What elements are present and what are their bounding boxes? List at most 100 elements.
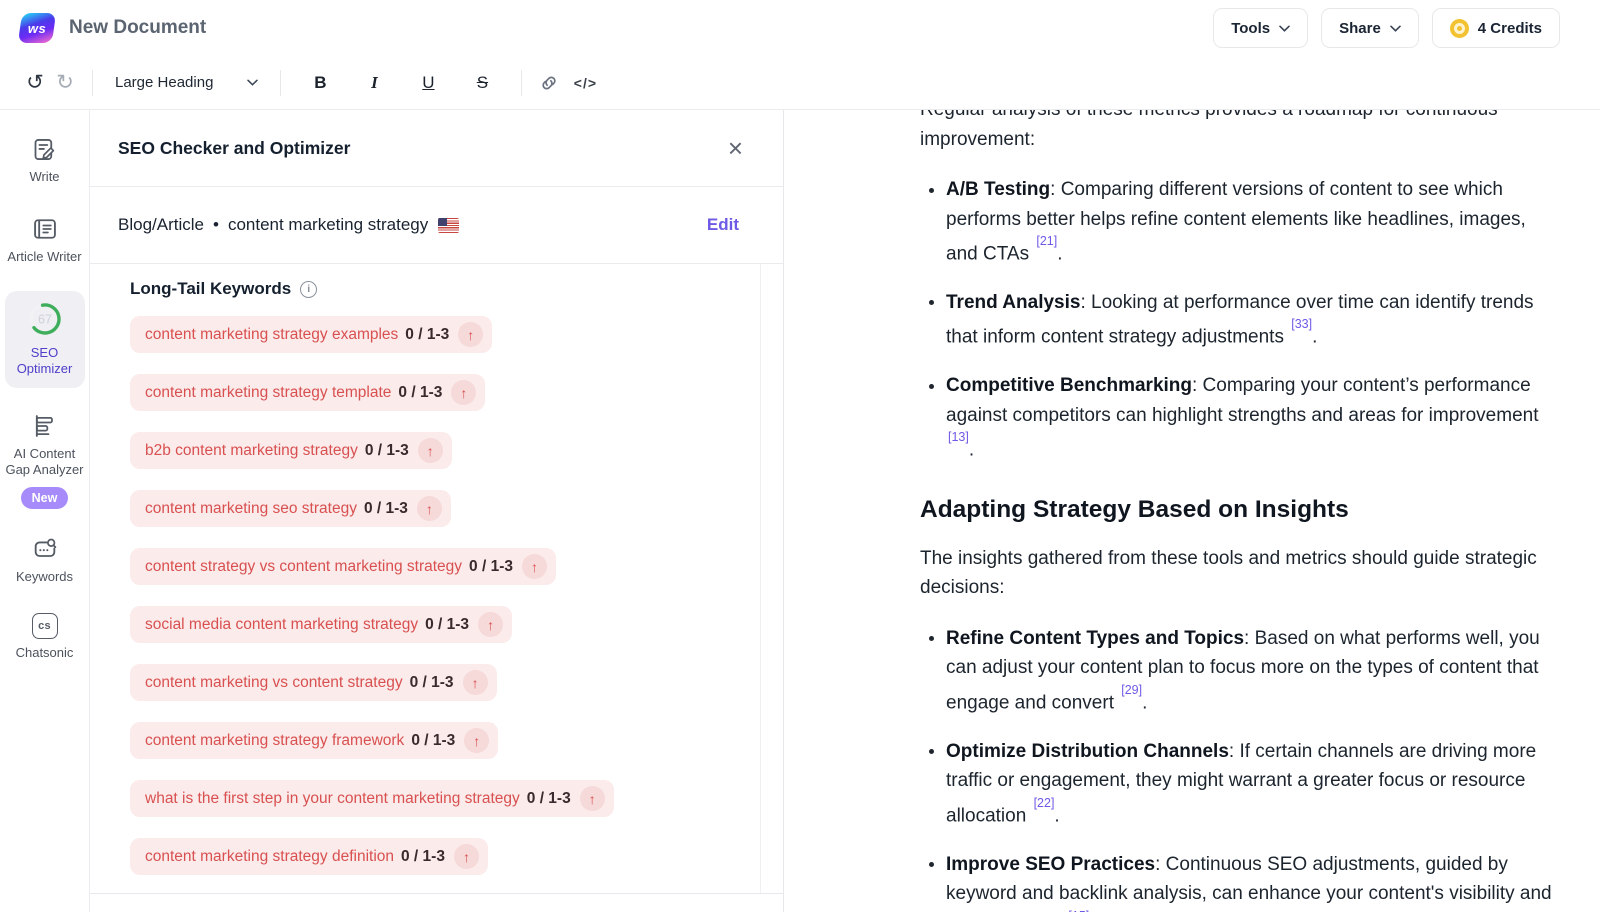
seo-target-summary: Blog/Article • content marketing strateg… [118,215,459,235]
brand: ws New Document [20,13,206,43]
chatsonic-icon: cs [32,613,58,639]
us-flag-icon [438,218,459,233]
panel-subheader: Blog/Article • content marketing strateg… [90,187,783,264]
keyword-text: content marketing vs content strategy [145,674,403,692]
scroll-track[interactable] [760,264,761,893]
bullet-term: Improve SEO Practices [946,854,1155,875]
sidebar-item-label: AI Content Gap Analyzer [5,446,85,478]
keyword-pill[interactable]: b2b content marketing strategy 0 / 1-3 ↑ [130,432,452,469]
credits-label: 4 Credits [1478,20,1542,37]
section-heading: Adapting Strategy Based on Insights [920,494,1562,526]
credits-button[interactable]: 4 Credits [1432,8,1560,48]
toolbar-divider [280,70,281,96]
document-editor[interactable]: Regular analysis of these metrics provid… [784,110,1600,912]
keyword-text: social media content marketing strategy [145,616,418,634]
list-item: Improve SEO Practices: Continuous SEO ad… [920,850,1562,912]
citation-link[interactable]: [29] [1121,683,1142,697]
keyword-pill[interactable]: what is the first step in your content m… [130,780,614,817]
share-button[interactable]: Share [1321,8,1419,48]
close-icon[interactable]: × [728,135,743,161]
keyword-pill[interactable]: content strategy vs content marketing st… [130,548,556,585]
target-keyword-label: content marketing strategy [228,215,428,235]
keyword-pill[interactable]: content marketing strategy examples 0 / … [130,316,492,353]
bullet-term: Trend Analysis [946,292,1080,313]
app-root: ws New Document Tools Share 4 Credits ↺ … [0,0,1600,912]
writesonic-logo-icon[interactable]: ws [18,13,56,43]
insert-keyword-arrow-icon[interactable]: ↑ [417,496,442,521]
bullet-term: Optimize Distribution Channels [946,741,1229,762]
chevron-down-icon [1390,25,1401,32]
keyword-count: 0 / 1-3 [398,384,442,402]
panel-footer [90,893,783,912]
list-item: A/B Testing: Comparing different version… [920,175,1562,269]
keyword-pill[interactable]: content marketing seo strategy 0 / 1-3 ↑ [130,490,451,527]
bullet-suffix: . [969,439,974,460]
undo-button[interactable]: ↺ [20,68,50,98]
topbar-actions: Tools Share 4 Credits [1213,8,1560,48]
keyword-pill[interactable]: social media content marketing strategy … [130,606,512,643]
underline-button[interactable]: U [411,68,445,98]
gap-analyzer-icon [31,412,59,440]
citation-link[interactable]: [21] [1036,234,1057,248]
section-header: Long-Tail Keywords i [130,279,783,299]
insert-keyword-arrow-icon[interactable]: ↑ [454,844,479,869]
toolbar-divider [521,70,522,96]
sidebar-item-seo-optimizer[interactable]: 67 SEO Optimizer [5,291,85,388]
citation-link[interactable]: [13] [948,430,969,444]
strikethrough-button[interactable]: S [465,68,499,98]
seo-score-ring-icon: 67 [25,299,65,339]
keyword-count: 0 / 1-3 [411,732,455,750]
citation-link[interactable]: [33] [1291,317,1312,331]
link-button[interactable] [534,68,564,98]
logo-text: ws [28,21,46,36]
citation-link[interactable]: [22] [1034,796,1055,810]
panel-title: SEO Checker and Optimizer [118,138,350,159]
text-style-dropdown[interactable]: Large Heading [105,66,268,100]
bold-button[interactable]: B [303,68,337,98]
document-title[interactable]: New Document [69,17,206,39]
citation-link[interactable]: [15] [1068,909,1089,912]
left-sidebar: Write Article Writer 67 SEO Optimizer AI… [0,110,90,912]
bullet-suffix: . [1054,805,1059,826]
keyword-text: content marketing seo strategy [145,500,357,518]
sidebar-item-chatsonic[interactable]: cs Chatsonic [5,613,85,661]
insert-keyword-arrow-icon[interactable]: ↑ [458,322,483,347]
list-item: Optimize Distribution Channels: If certa… [920,737,1562,831]
keyword-pill[interactable]: content marketing vs content strategy 0 … [130,664,497,701]
chevron-down-icon [247,79,258,86]
insert-keyword-arrow-icon[interactable]: ↑ [463,670,488,695]
insert-keyword-arrow-icon[interactable]: ↑ [464,728,489,753]
bullet-list: A/B Testing: Comparing different version… [920,175,1562,465]
keyword-pill[interactable]: content marketing strategy definition 0 … [130,838,488,875]
bullet-suffix: . [1142,692,1147,713]
chevron-down-icon [1279,25,1290,32]
sidebar-item-label: Article Writer [7,249,81,265]
insert-keyword-arrow-icon[interactable]: ↑ [418,438,443,463]
edit-button[interactable]: Edit [707,215,739,235]
italic-button[interactable]: I [357,68,391,98]
section-title: Long-Tail Keywords [130,279,291,299]
keyword-pill[interactable]: content marketing strategy template 0 / … [130,374,485,411]
sidebar-item-article-writer[interactable]: Article Writer [5,215,85,265]
info-icon[interactable]: i [300,281,317,298]
insert-keyword-arrow-icon[interactable]: ↑ [451,380,476,405]
article-writer-icon [31,215,59,243]
toolbar-divider [92,70,93,96]
top-bar: ws New Document Tools Share 4 Credits [0,0,1600,56]
insert-keyword-arrow-icon[interactable]: ↑ [478,612,503,637]
list-item: Refine Content Types and Topics: Based o… [920,624,1562,718]
sidebar-item-ai-content-gap-analyzer[interactable]: AI Content Gap Analyzer New [5,412,85,509]
sidebar-item-label: Chatsonic [16,645,74,661]
sidebar-item-write[interactable]: Write [5,136,85,185]
insert-keyword-arrow-icon[interactable]: ↑ [522,554,547,579]
list-item: Competitive Benchmarking: Comparing your… [920,371,1562,465]
tools-button[interactable]: Tools [1213,8,1308,48]
keyword-count: 0 / 1-3 [527,790,571,808]
keyword-count: 0 / 1-3 [365,442,409,460]
insert-keyword-arrow-icon[interactable]: ↑ [580,786,605,811]
keyword-pill[interactable]: content marketing strategy framework 0 /… [130,722,498,759]
code-button[interactable]: </> [570,68,600,98]
document-content: Regular analysis of these metrics provid… [920,110,1562,912]
redo-button[interactable]: ↻ [50,68,80,98]
sidebar-item-keywords[interactable]: Keywords [5,535,85,585]
